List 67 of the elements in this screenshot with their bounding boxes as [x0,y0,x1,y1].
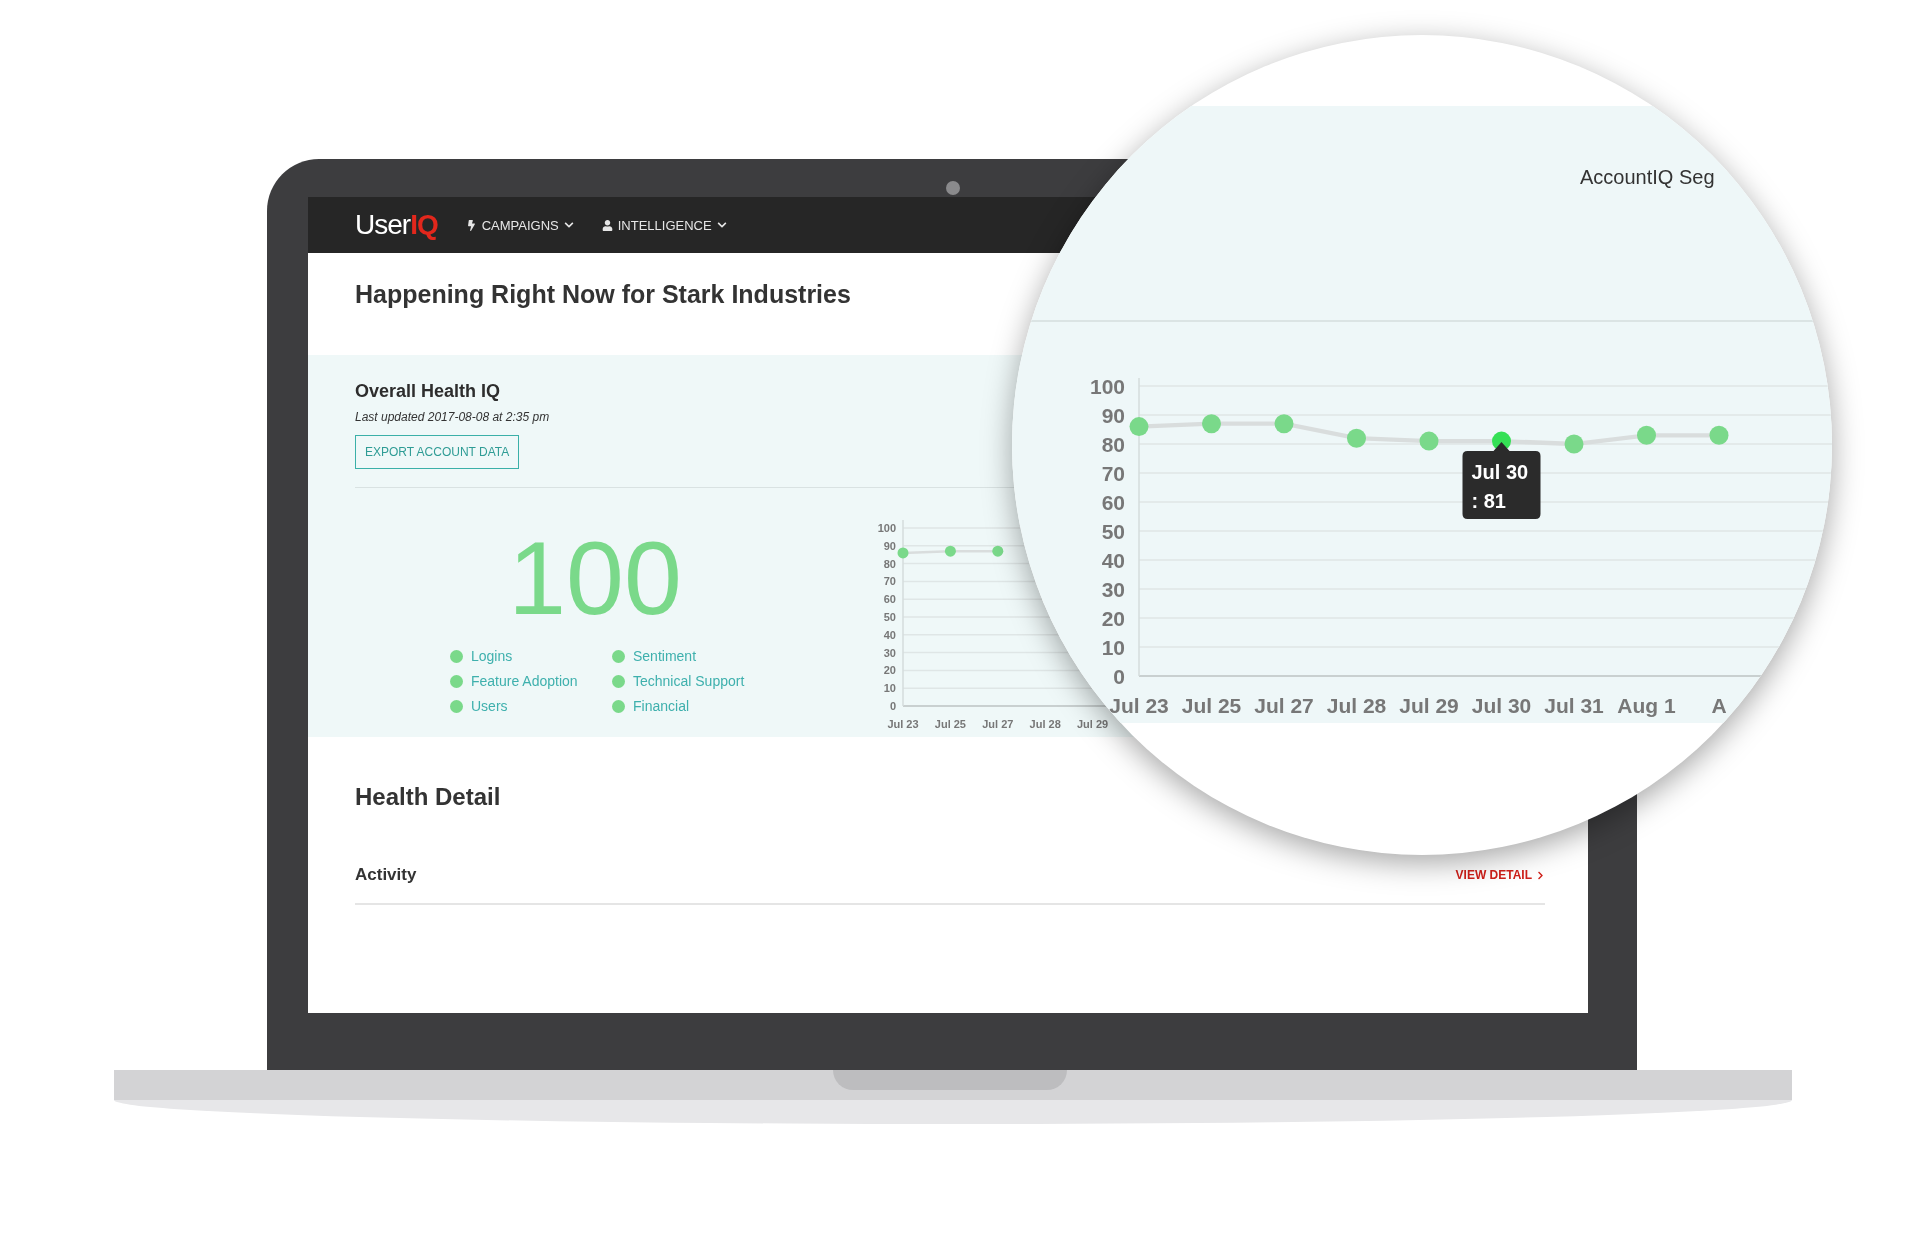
camera-icon [946,181,960,195]
logo[interactable]: UserIQ [355,209,438,241]
x-axis-label: Jul 28 [1029,718,1061,730]
y-axis-label: 50 [1101,519,1125,543]
section-title: Health Detail [355,783,502,811]
status-dot [450,649,463,663]
y-axis-label: 60 [883,593,896,606]
view-detail-link[interactable]: VIEW DETAIL [1455,868,1545,882]
y-axis-label: 40 [883,628,896,641]
nav-menu[interactable]: INTELLIGENCE [601,217,727,233]
x-axis-label: Jul 23 [1109,694,1169,717]
chevron-down-icon [563,220,574,230]
user-icon [601,219,613,231]
chevron-down-icon [716,220,727,230]
status-dot [612,649,625,663]
y-axis-label: 40 [1101,548,1125,572]
status-dot [612,699,625,713]
last-updated-text: Last updated 2017-08-08 at 2:35 pm [355,410,550,424]
y-axis-label: 80 [1101,432,1125,456]
tooltip-text: Jul 30 : 81 [1471,461,1529,513]
y-axis-label: 30 [1101,577,1125,601]
x-axis-label: Jul 25 [1181,694,1242,717]
x-axis-label: Jul 25 [934,718,966,730]
y-axis-label: 0 [1113,664,1125,688]
status-dot [450,674,463,688]
y-axis-label: 70 [1101,461,1125,485]
x-axis-label: Jul 31 [1544,694,1604,717]
section-title: Overall Health IQ [355,381,501,402]
row-label: Activity [355,865,417,885]
legend-label[interactable]: Logins [471,648,513,664]
status-dot [450,699,463,713]
y-axis-label: 20 [1101,606,1125,630]
y-axis-label: 60 [1101,490,1125,514]
segment-heading: AccountIQ Seg [1580,166,1716,189]
x-axis-label: A [1711,694,1727,717]
x-axis-label: Jul 27 [1254,694,1314,717]
chevron-right-icon [1536,870,1545,880]
x-axis-label: Jul 23 [887,718,919,730]
legend-label[interactable]: Technical Support [633,673,745,689]
y-axis-label: 10 [1101,635,1125,659]
x-axis-label: Jul 29 [1077,718,1109,730]
y-axis-label: 90 [883,539,896,552]
y-axis-label: 100 [1089,374,1125,398]
legend-label[interactable]: Sentiment [633,648,697,664]
y-axis-label: 0 [889,699,896,712]
page-title: Happening Right Now for Stark Industries [355,280,852,309]
status-dot [612,674,625,688]
y-axis-label: 100 [877,521,896,534]
legend-label[interactable]: Feature Adoption [471,673,578,689]
health-score: 100 [507,526,683,630]
x-axis-label: Jul 28 [1326,694,1387,717]
y-axis-label: 80 [883,557,896,570]
y-axis-label: 10 [883,682,896,695]
legend-label[interactable]: Users [471,698,508,714]
x-axis-label: Aug 1 [1617,694,1676,717]
x-axis-label: Jul 30 [1471,694,1532,717]
x-axis-label: Jul 29 [1399,694,1459,717]
y-axis-label: 90 [1101,403,1125,427]
bolt-icon [465,219,477,231]
x-axis-label: Jul 27 [982,718,1014,730]
y-axis-label: 70 [883,575,896,588]
y-axis-label: 30 [883,646,896,659]
legend-label[interactable]: Financial [633,698,690,714]
y-axis-label: 50 [883,610,896,623]
nav-menu[interactable]: CAMPAIGNS [465,217,574,233]
export-button[interactable]: EXPORT ACCOUNT DATA [355,435,520,469]
y-axis-label: 20 [883,664,896,677]
